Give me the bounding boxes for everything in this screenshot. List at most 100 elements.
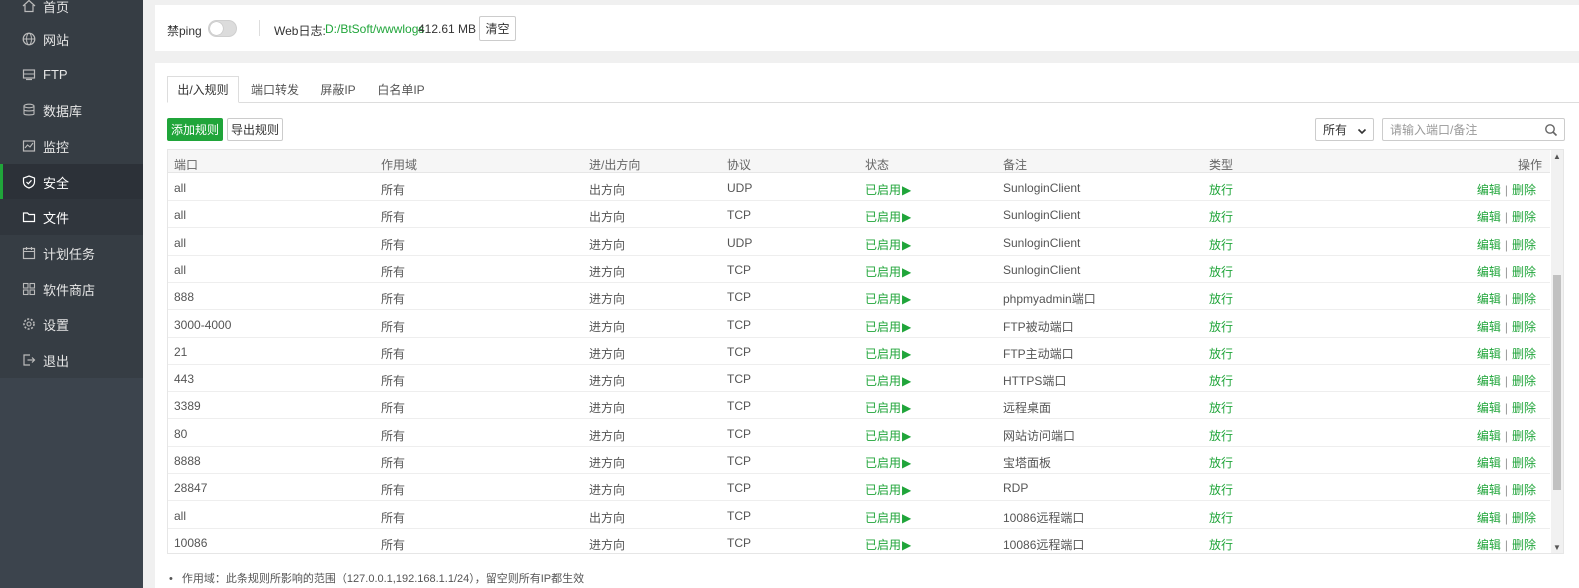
edit-button[interactable]: 编辑 xyxy=(1477,538,1501,552)
action-separator: | xyxy=(1504,537,1508,552)
sidebar-item-settings[interactable]: 设置 xyxy=(0,306,143,342)
edit-button[interactable]: 编辑 xyxy=(1477,210,1501,224)
home-icon xyxy=(22,0,36,13)
scroll-up-icon[interactable]: ▲ xyxy=(1551,150,1563,162)
add-rule-button[interactable]: 添加规则 xyxy=(167,118,223,141)
delete-button[interactable]: 删除 xyxy=(1512,456,1536,470)
column-header: 协议 xyxy=(727,158,752,172)
action-separator: | xyxy=(1504,319,1508,334)
scroll-down-icon[interactable]: ▼ xyxy=(1551,541,1563,553)
cell-direction: 出方向 xyxy=(589,183,626,197)
delete-button[interactable]: 删除 xyxy=(1512,511,1536,525)
edit-button[interactable]: 编辑 xyxy=(1477,456,1501,470)
sidebar-item-files[interactable]: 文件 xyxy=(0,199,143,235)
sidebar-item-label: 数据库 xyxy=(43,103,83,119)
status-toggle[interactable]: 已启用▶ xyxy=(865,345,911,362)
sidebar: 首页 网站 FTP 数据库 监控 安全 文件 计划任务 软件商店 设置 退出 xyxy=(0,0,143,588)
cell-scope: 所有 xyxy=(381,237,406,252)
sidebar-item-ftp[interactable]: FTP xyxy=(0,56,143,92)
cell-port: 80 xyxy=(174,426,188,441)
table-scrollbar[interactable]: ▲ ▼ xyxy=(1551,150,1563,553)
sidebar-item-website[interactable]: 网站 xyxy=(0,21,143,57)
delete-button[interactable]: 删除 xyxy=(1512,429,1536,443)
cell-direction: 出方向 xyxy=(589,210,626,225)
sidebar-item-monitor[interactable]: 监控 xyxy=(0,128,143,164)
cell-direction: 进方向 xyxy=(589,483,626,498)
export-rules-button[interactable]: 导出规则 xyxy=(227,118,283,141)
delete-button[interactable]: 删除 xyxy=(1512,538,1536,552)
cell-direction: 进方向 xyxy=(589,428,626,443)
delete-button[interactable]: 删除 xyxy=(1512,292,1536,306)
status-toggle[interactable]: 已启用▶ xyxy=(865,318,911,335)
delete-button[interactable]: 删除 xyxy=(1512,183,1536,197)
cell-direction: 进方向 xyxy=(589,537,626,552)
search-icon[interactable] xyxy=(1544,123,1558,140)
edit-button[interactable]: 编辑 xyxy=(1477,511,1501,525)
status-toggle[interactable]: 已启用▶ xyxy=(865,290,911,307)
search-input[interactable] xyxy=(1390,119,1540,140)
tab-whitelist-ip[interactable]: 白名单IP xyxy=(369,76,433,103)
status-toggle[interactable]: 已启用▶ xyxy=(865,427,911,444)
edit-button[interactable]: 编辑 xyxy=(1477,265,1501,279)
cell-type: 放行 xyxy=(1209,483,1234,498)
sidebar-item-database[interactable]: 数据库 xyxy=(0,92,143,128)
status-toggle[interactable]: 已启用▶ xyxy=(865,454,911,471)
delete-button[interactable]: 删除 xyxy=(1512,210,1536,224)
edit-button[interactable]: 编辑 xyxy=(1477,238,1501,252)
row-actions: 编辑 | 删除 xyxy=(1477,481,1536,498)
row-actions: 编辑 | 删除 xyxy=(1477,181,1536,198)
filter-select[interactable]: 所有 xyxy=(1315,118,1374,141)
delete-button[interactable]: 删除 xyxy=(1512,483,1536,497)
tab-port-forward[interactable]: 端口转发 xyxy=(243,76,307,103)
status-toggle[interactable]: 已启用▶ xyxy=(865,208,911,225)
edit-button[interactable]: 编辑 xyxy=(1477,483,1501,497)
column-header: 进/出方向 xyxy=(589,158,641,172)
sidebar-item-cron[interactable]: 计划任务 xyxy=(0,235,143,271)
status-toggle[interactable]: 已启用▶ xyxy=(865,181,911,198)
cell-port: all xyxy=(174,262,187,277)
weblog-path-link[interactable]: D:/BtSoft/wwwlogs xyxy=(325,22,424,36)
action-separator: | xyxy=(1504,183,1508,197)
edit-button[interactable]: 编辑 xyxy=(1477,320,1501,334)
edit-button[interactable]: 编辑 xyxy=(1477,401,1501,415)
delete-button[interactable]: 删除 xyxy=(1512,320,1536,334)
edit-button[interactable]: 编辑 xyxy=(1477,183,1501,197)
status-toggle[interactable]: 已启用▶ xyxy=(865,372,911,389)
globe-icon xyxy=(22,32,36,46)
status-toggle[interactable]: 已启用▶ xyxy=(865,509,911,526)
column-header: 作用域 xyxy=(381,158,418,172)
delete-button[interactable]: 删除 xyxy=(1512,238,1536,252)
table-row: 3000-4000 所有 进方向 TCP 已启用▶ FTP被动端口 放行 编辑 | 删除 xyxy=(168,311,1550,338)
edit-button[interactable]: 编辑 xyxy=(1477,292,1501,306)
table-row: 443 所有 进方向 TCP 已启用▶ HTTPS端口 放行 编辑 | 删除 xyxy=(168,365,1550,393)
cell-remark: phpmyadmin端口 xyxy=(1003,292,1096,307)
filter-select-value: 所有 xyxy=(1323,123,1348,137)
sidebar-item-store[interactable]: 软件商店 xyxy=(0,271,143,307)
sidebar-item-label: 监控 xyxy=(43,139,70,155)
sidebar-item-label: 网站 xyxy=(43,32,70,48)
tab-block-ip[interactable]: 屏蔽IP xyxy=(311,76,365,103)
cell-scope: 所有 xyxy=(381,456,406,470)
status-toggle[interactable]: 已启用▶ xyxy=(865,263,911,280)
search-box[interactable] xyxy=(1382,118,1565,141)
edit-button[interactable]: 编辑 xyxy=(1477,374,1501,388)
cell-port: all xyxy=(174,208,187,223)
ping-toggle[interactable] xyxy=(208,20,237,37)
sidebar-item-logout[interactable]: 退出 xyxy=(0,342,143,378)
status-toggle[interactable]: 已启用▶ xyxy=(865,481,911,498)
delete-button[interactable]: 删除 xyxy=(1512,347,1536,361)
tab-inout-rules[interactable]: 出/入规则 xyxy=(167,76,239,103)
cell-scope: 所有 xyxy=(381,319,406,334)
cell-protocol: TCP xyxy=(727,317,751,332)
status-toggle[interactable]: 已启用▶ xyxy=(865,536,911,553)
sidebar-item-security[interactable]: 安全 xyxy=(0,164,143,200)
delete-button[interactable]: 删除 xyxy=(1512,265,1536,279)
clear-log-button[interactable]: 清空 xyxy=(479,16,516,41)
delete-button[interactable]: 删除 xyxy=(1512,401,1536,415)
scrollbar-thumb[interactable] xyxy=(1553,275,1561,490)
edit-button[interactable]: 编辑 xyxy=(1477,429,1501,443)
status-toggle[interactable]: 已启用▶ xyxy=(865,236,911,253)
edit-button[interactable]: 编辑 xyxy=(1477,347,1501,361)
status-toggle[interactable]: 已启用▶ xyxy=(865,399,911,416)
delete-button[interactable]: 删除 xyxy=(1512,374,1536,388)
